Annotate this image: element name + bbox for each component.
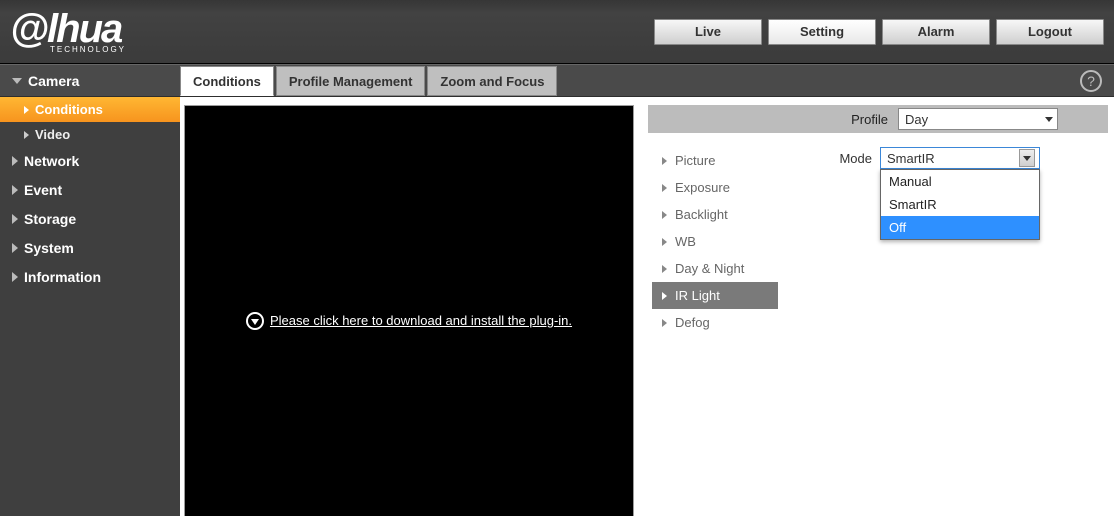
category-day-night[interactable]: Day & Night <box>652 255 778 282</box>
category-label: Backlight <box>675 207 728 222</box>
plugin-download-text: Please click here to download and instal… <box>270 313 572 328</box>
chevron-right-icon <box>12 156 18 166</box>
category-ir-light[interactable]: IR Light <box>652 282 778 309</box>
settings-form: Mode SmartIR Manual SmartIR Off <box>778 147 1108 336</box>
help-icon[interactable]: ? <box>1080 70 1102 92</box>
profile-label: Profile <box>658 112 892 127</box>
profile-select[interactable]: Day <box>898 108 1058 130</box>
sidebar-item-label: Information <box>24 269 101 285</box>
chevron-right-icon <box>12 243 18 253</box>
chevron-right-icon <box>662 319 667 327</box>
sidebar-item-storage[interactable]: Storage <box>0 205 180 234</box>
chevron-right-icon <box>24 106 29 114</box>
chevron-right-icon <box>12 214 18 224</box>
chevron-down-icon <box>1045 117 1053 122</box>
mode-dropdown-head[interactable]: SmartIR <box>880 147 1040 169</box>
brand-logo: @lhua TECHNOLOGY <box>10 9 126 54</box>
sidebar-item-conditions[interactable]: Conditions <box>0 97 180 122</box>
category-label: Day & Night <box>675 261 744 276</box>
sidebar-camera-label: Camera <box>28 73 79 89</box>
nav-live[interactable]: Live <box>654 19 762 45</box>
chevron-right-icon <box>662 157 667 165</box>
dropdown-toggle[interactable] <box>1019 149 1035 167</box>
nav-logout[interactable]: Logout <box>996 19 1104 45</box>
category-label: WB <box>675 234 696 249</box>
category-backlight[interactable]: Backlight <box>652 201 778 228</box>
top-nav: Live Setting Alarm Logout <box>654 19 1104 45</box>
sidebar-item-label: System <box>24 240 74 256</box>
main: Conditions Video Network Event Storage S… <box>0 97 1114 516</box>
plugin-download-link[interactable]: Please click here to download and instal… <box>185 106 633 516</box>
sidebar-item-information[interactable]: Information <box>0 263 180 292</box>
sidebar-item-network[interactable]: Network <box>0 147 180 176</box>
download-icon <box>246 312 264 330</box>
chevron-right-icon <box>12 272 18 282</box>
video-preview: Please click here to download and instal… <box>184 105 634 516</box>
settings-columns: Picture Exposure Backlight WB Day & Nigh… <box>648 147 1108 336</box>
mode-option-off[interactable]: Off <box>881 216 1039 239</box>
category-list: Picture Exposure Backlight WB Day & Nigh… <box>648 147 778 336</box>
mode-dropdown-list: Manual SmartIR Off <box>880 169 1040 240</box>
tab-conditions[interactable]: Conditions <box>180 66 274 96</box>
sidebar-item-label: Storage <box>24 211 76 227</box>
brand-tagline: TECHNOLOGY <box>50 45 126 54</box>
category-wb[interactable]: WB <box>652 228 778 255</box>
category-label: Defog <box>675 315 710 330</box>
tab-zoom-focus[interactable]: Zoom and Focus <box>427 66 557 96</box>
sidebar-header-camera[interactable]: Camera <box>0 65 180 96</box>
chevron-right-icon <box>662 184 667 192</box>
sidebar: Conditions Video Network Event Storage S… <box>0 97 180 516</box>
midrow: Camera Conditions Profile Management Zoo… <box>0 64 1114 97</box>
chevron-right-icon <box>662 292 667 300</box>
chevron-right-icon <box>662 265 667 273</box>
sidebar-item-label: Conditions <box>35 102 103 117</box>
mode-label: Mode <box>812 151 872 166</box>
tab-profile-management[interactable]: Profile Management <box>276 66 426 96</box>
category-exposure[interactable]: Exposure <box>652 174 778 201</box>
category-picture[interactable]: Picture <box>652 147 778 174</box>
sidebar-item-event[interactable]: Event <box>0 176 180 205</box>
nav-setting[interactable]: Setting <box>768 19 876 45</box>
content-area: Please click here to download and instal… <box>180 97 1114 516</box>
chevron-right-icon <box>24 131 29 139</box>
nav-alarm[interactable]: Alarm <box>882 19 990 45</box>
mode-row: Mode SmartIR Manual SmartIR Off <box>812 147 1108 169</box>
mode-value: SmartIR <box>887 151 935 166</box>
sidebar-item-label: Network <box>24 153 79 169</box>
sidebar-item-label: Event <box>24 182 62 198</box>
mode-dropdown[interactable]: SmartIR Manual SmartIR Off <box>880 147 1040 169</box>
category-defog[interactable]: Defog <box>652 309 778 336</box>
chevron-right-icon <box>662 211 667 219</box>
chevron-right-icon <box>662 238 667 246</box>
profile-value: Day <box>905 112 928 127</box>
sidebar-item-system[interactable]: System <box>0 234 180 263</box>
category-label: Exposure <box>675 180 730 195</box>
sidebar-item-label: Video <box>35 127 70 142</box>
category-label: IR Light <box>675 288 720 303</box>
sidebar-item-video[interactable]: Video <box>0 122 180 147</box>
chevron-down-icon <box>1023 156 1031 161</box>
chevron-right-icon <box>12 185 18 195</box>
topbar: @lhua TECHNOLOGY Live Setting Alarm Logo… <box>0 0 1114 64</box>
chevron-down-icon <box>12 78 22 84</box>
mode-option-smartir[interactable]: SmartIR <box>881 193 1039 216</box>
mode-option-manual[interactable]: Manual <box>881 170 1039 193</box>
profile-row: Profile Day <box>648 105 1108 133</box>
category-label: Picture <box>675 153 715 168</box>
settings-panel: Profile Day Picture Exposure Backlight W… <box>648 105 1108 336</box>
tab-strip: Conditions Profile Management Zoom and F… <box>180 65 559 96</box>
